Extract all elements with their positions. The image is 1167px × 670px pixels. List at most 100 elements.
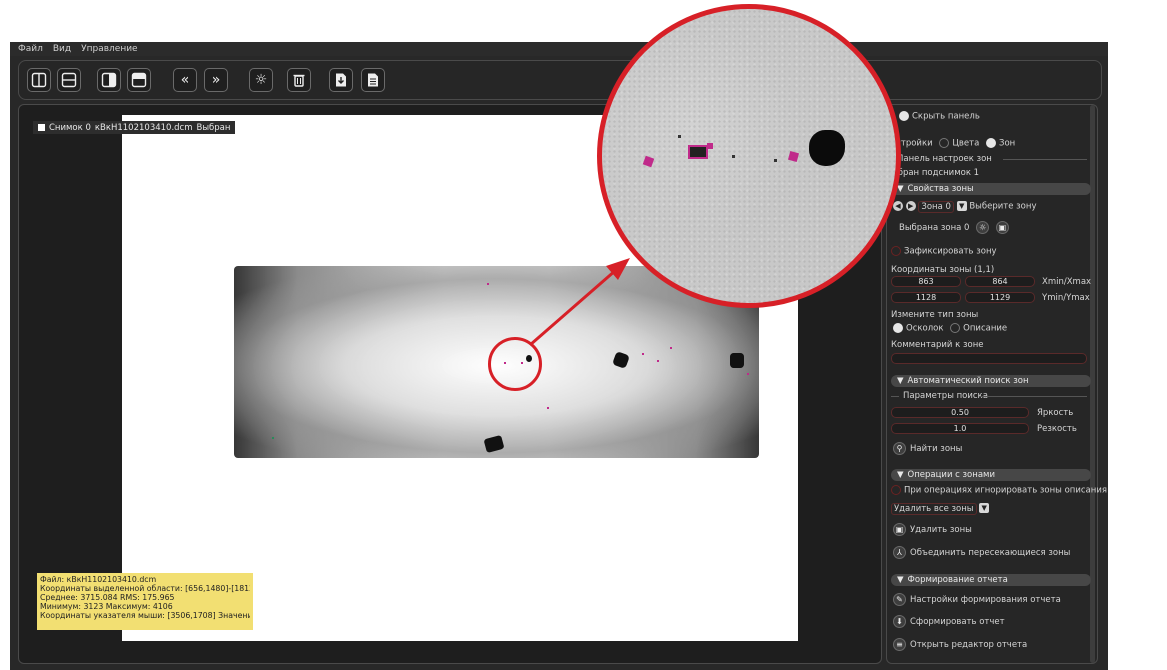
delete-zones-label: Удалить зоны [910,525,972,535]
download-icon: ⬇ [893,615,906,628]
panel-right-button[interactable] [97,68,121,92]
zone-selector-row: ◀ ▶ Зона 0 ▼ Выберите зону [893,200,1036,213]
speck [678,135,681,138]
section-zone-properties[interactable]: ▼ Свойства зоны [891,183,1091,195]
zone-select[interactable]: Зона 0 [918,200,954,213]
section-auto-search[interactable]: ▼ Автоматический поиск зон [891,375,1091,387]
merge-zones-button[interactable]: ⅄ Объединить пересекающиеся зоны [893,546,1070,559]
merge-icon: ⅄ [893,546,906,559]
panel-top-icon [131,72,147,88]
toggle-icon [899,111,909,121]
app-window: Файл Вид Управление « » ☼ Снимок 0 кВкН1… [10,42,1108,670]
zone-brightness-icon[interactable]: ☼ [976,221,990,234]
find-zones-button[interactable]: ⚲ Найти зоны [893,442,962,455]
search-params-label: Параметры поиска [903,391,988,401]
image-header: Снимок 0 кВкН1102103410.dcm Выбран [33,121,236,134]
split-horizontal-icon [61,72,77,88]
type-description[interactable]: Описание [963,324,1007,334]
chevron-down-icon: ▼ [979,503,990,513]
section-title: Свойства зоны [907,184,974,194]
section-zone-ops[interactable]: ▼ Операции с зонами [891,469,1091,481]
zone-marker [670,347,672,349]
download-icon [336,73,346,87]
radio-icon[interactable] [950,323,961,333]
search-icon: ⚲ [893,442,906,455]
delete-all-select[interactable]: Удалить все зоны ▼ [891,502,990,515]
hide-panel-toggle[interactable]: Скрыть панель [899,111,980,122]
info-overlay: Файл: кВкН1102103410.dcm Координаты выде… [37,573,253,630]
split-vertical-button[interactable] [27,68,51,92]
radio-icon[interactable] [939,138,950,148]
fast-forward-icon: » [211,72,221,88]
export-button[interactable] [329,68,353,92]
report-settings-button[interactable]: ✎ Настройки формирования отчета [893,593,1061,606]
fix-zone-label: Зафиксировать зону [904,246,997,257]
change-type-label: Измените тип зоны [891,310,979,320]
snapshot-status: Выбран [196,122,231,133]
open-editor-label: Открыть редактор отчета [910,640,1028,650]
menu-control[interactable]: Управление [81,44,137,54]
zone-trash-icon[interactable]: ▣ [995,221,1009,234]
info-line: Среднее: 3715.084 RMS: 175.965 [40,593,175,602]
tab-zones[interactable]: Зон [999,139,1015,149]
section-title: Автоматический поиск зон [907,376,1029,386]
zone-marker [688,145,708,159]
ymax-field[interactable]: 1129 [965,292,1035,303]
panel-top-button[interactable] [127,68,151,92]
delete-button[interactable] [287,68,311,92]
info-line: Минимум: 3123 Максимум: 4106 [40,602,173,611]
comment-field[interactable] [891,353,1087,364]
section-title: Формирование отчета [907,575,1008,585]
chevron-down-icon: ▼ [897,376,904,386]
document-icon: ≡ [893,638,906,651]
ignore-desc-checkbox[interactable]: При операциях игнорировать зоны описания [891,485,1107,496]
brightness-button[interactable]: ☼ [249,68,273,92]
chevron-down-icon[interactable]: ▼ [956,201,967,211]
snapshot-checkbox[interactable] [38,124,45,131]
menu-view[interactable]: Вид [53,44,71,54]
next-zone-icon[interactable]: ▶ [905,201,916,211]
ignore-desc-label: При операциях игнорировать зоны описания [904,485,1107,496]
ymin-field[interactable]: 1128 [891,292,961,303]
checkbox-icon [891,485,901,495]
rewind-icon: « [180,72,190,88]
zone-selected-row: Выбрана зона 0 ☼ ▣ [899,221,1013,234]
generate-report-button[interactable]: ⬇ Сформировать отчет [893,615,1005,628]
menu-file[interactable]: Файл [18,44,43,54]
brightness-field[interactable]: 0.50 [891,407,1029,418]
zone-settings-panel-label: Панель настроек зон [897,154,992,164]
document-icon [368,73,378,87]
zone-marker [747,373,749,375]
xmin-field[interactable]: 863 [891,276,961,287]
fix-zone-checkbox[interactable]: Зафиксировать зону [891,246,997,257]
tab-colors[interactable]: Цвета [952,139,979,149]
radio-icon[interactable] [893,323,903,333]
info-line: Файл: кВкН1102103410.dcm [40,575,157,584]
zone-selected-label: Выбрана зона 0 [899,223,970,233]
y-label: Ymin/Ymax [1042,293,1090,303]
side-panel: Скрыть панель астройки Цвета Зон Панель … [886,104,1107,664]
merge-zones-label: Объединить пересекающиеся зоны [910,548,1071,558]
zone-marker [487,283,489,285]
radio-icon[interactable] [986,138,997,148]
split-horizontal-button[interactable] [57,68,81,92]
xmax-field[interactable]: 864 [965,276,1035,287]
fast-forward-button[interactable]: » [204,68,228,92]
coords-title: Координаты зоны (1,1) [891,265,995,275]
edit-document-icon: ✎ [893,593,906,606]
open-report-editor-button[interactable]: ≡ Открыть редактор отчета [893,638,1027,651]
section-report[interactable]: ▼ Формирование отчета [891,574,1091,586]
zoom-lens [597,4,901,308]
delete-zones-button[interactable]: ▣ Удалить зоны [893,523,972,536]
rewind-button[interactable]: « [173,68,197,92]
chevron-down-icon: ▼ [897,470,904,480]
report-button[interactable] [361,68,385,92]
speck [774,159,777,162]
chevron-down-icon: ▼ [897,575,904,585]
zone-type-radios: Осколок Описание [893,323,1007,334]
sharpness-field[interactable]: 1.0 [891,423,1029,434]
trash-icon: ▣ [893,523,906,536]
brightness-icon: ☼ [254,72,268,88]
trash-icon [293,74,305,87]
type-fragment[interactable]: Осколок [906,324,943,334]
